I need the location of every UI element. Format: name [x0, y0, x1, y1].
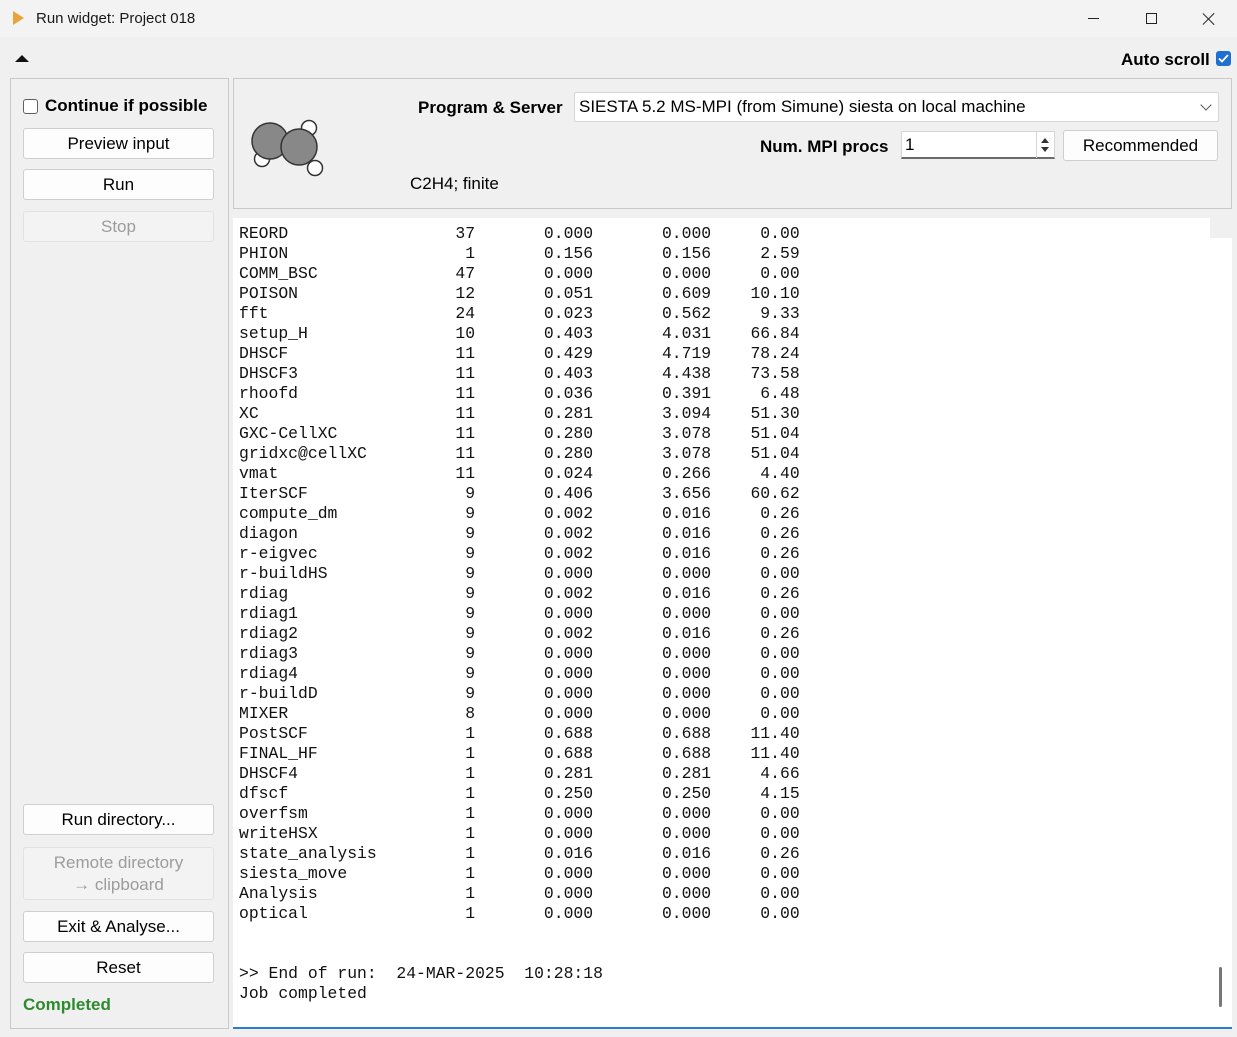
log-line: PostSCF 1 0.688 0.688 11.40 [239, 724, 800, 743]
molecule-icon [251, 119, 324, 177]
remote-directory-line1: Remote directory [53, 852, 184, 872]
log-line: vmat 11 0.024 0.266 4.40 [239, 464, 800, 483]
log-line: rdiag 9 0.002 0.016 0.26 [239, 584, 800, 603]
log-line: IterSCF 9 0.406 3.656 60.62 [239, 484, 800, 503]
log-blank-line [239, 944, 800, 964]
log-line: MIXER 8 0.000 0.000 0.00 [239, 704, 800, 723]
play-icon [13, 11, 24, 25]
close-icon [1202, 12, 1216, 26]
system-description: C2H4; finite [410, 174, 499, 193]
log-line: Analysis 1 0.000 0.000 0.00 [239, 884, 800, 903]
close-button[interactable] [1180, 0, 1237, 37]
log-line: COMM_BSC 47 0.000 0.000 0.00 [239, 264, 800, 283]
program-panel: Program & Server SIESTA 5.2 MS-MPI (from… [233, 78, 1232, 209]
log-line: r-buildHS 9 0.000 0.000 0.00 [239, 564, 800, 583]
minimize-button[interactable] [1064, 0, 1122, 37]
log-line: fft 24 0.023 0.562 9.33 [239, 304, 800, 323]
auto-scroll-label: Auto scroll [1121, 50, 1210, 69]
collapse-arrow-icon[interactable] [15, 55, 29, 62]
program-server-select[interactable]: SIESTA 5.2 MS-MPI (from Simune) siesta o… [574, 92, 1219, 122]
log-line: DHSCF4 1 0.281 0.281 4.66 [239, 764, 800, 783]
log-line: FINAL_HF 1 0.688 0.688 11.40 [239, 744, 800, 763]
log-line: POISON 12 0.051 0.609 10.10 [239, 284, 800, 303]
log-line: siesta_move 1 0.000 0.000 0.00 [239, 864, 800, 883]
run-directory-button[interactable]: Run directory... [23, 804, 214, 835]
left-panel: Continue if possible Preview input Run S… [10, 78, 229, 1029]
log-line: setup_H 10 0.403 4.031 66.84 [239, 324, 800, 343]
continue-if-possible-checkbox[interactable]: Continue if possible [23, 96, 207, 116]
title-bar: Run widget: Project 018 [0, 0, 1237, 37]
auto-scroll-checkbox[interactable] [1216, 51, 1231, 66]
mpi-procs-label: Num. MPI procs [760, 137, 889, 156]
stop-button[interactable]: Stop [23, 211, 214, 242]
exit-analyse-button[interactable]: Exit & Analyse... [23, 911, 214, 942]
log-line: PHION 1 0.156 0.156 2.59 [239, 244, 800, 263]
log-focus-underline [233, 1027, 1232, 1029]
spin-buttons[interactable] [1036, 132, 1054, 158]
log-line: rdiag2 9 0.002 0.016 0.26 [239, 624, 800, 643]
log-line: rdiag4 9 0.000 0.000 0.00 [239, 664, 800, 683]
status-text: Completed [23, 995, 111, 1014]
log-line: r-buildD 9 0.000 0.000 0.00 [239, 684, 800, 703]
log-line: overfsm 1 0.000 0.000 0.00 [239, 804, 800, 823]
log-line: writeHSX 1 0.000 0.000 0.00 [239, 824, 800, 843]
program-server-value: SIESTA 5.2 MS-MPI (from Simune) siesta o… [579, 97, 1026, 116]
run-button[interactable]: Run [23, 169, 214, 200]
log-line: gridxc@cellXC 11 0.280 3.078 51.04 [239, 444, 800, 463]
spin-down-icon[interactable] [1041, 147, 1049, 152]
log-line: REORD 37 0.000 0.000 0.00 [239, 224, 800, 243]
log-line: DHSCF 11 0.429 4.719 78.24 [239, 344, 800, 363]
chevron-down-icon [1200, 99, 1212, 111]
log-line: compute_dm 9 0.002 0.016 0.26 [239, 504, 800, 523]
log-text: REORD 37 0.000 0.000 0.00 PHION 1 0.156 0… [239, 224, 800, 1004]
mpi-procs-value: 1 [905, 135, 915, 154]
spin-up-icon[interactable] [1041, 138, 1049, 143]
log-blank-line [239, 924, 800, 944]
log-end-line: >> End of run: 24-MAR-2025 10:28:18 [239, 964, 603, 983]
reset-button[interactable]: Reset [23, 952, 214, 983]
program-server-label: Program & Server [418, 98, 563, 117]
log-line: optical 1 0.000 0.000 0.00 [239, 904, 800, 923]
recommended-button[interactable]: Recommended [1063, 130, 1218, 161]
log-line: XC 11 0.281 3.094 51.30 [239, 404, 800, 423]
mpi-procs-spinbox[interactable]: 1 [901, 131, 1055, 159]
log-line: DHSCF3 11 0.403 4.438 73.58 [239, 364, 800, 383]
log-line: GXC-CellXC 11 0.280 3.078 51.04 [239, 424, 800, 443]
minimize-icon [1087, 18, 1099, 19]
continue-if-possible-label: Continue if possible [45, 96, 208, 115]
remote-directory-button[interactable]: Remote directory → clipboard [23, 847, 214, 900]
log-line: dfscf 1 0.250 0.250 4.15 [239, 784, 800, 803]
log-line: rdiag3 9 0.000 0.000 0.00 [239, 644, 800, 663]
maximize-button[interactable] [1122, 0, 1180, 37]
checkbox-box[interactable] [23, 98, 38, 114]
log-line: r-eigvec 9 0.002 0.016 0.26 [239, 544, 800, 563]
log-scrollbar[interactable] [1210, 238, 1232, 1028]
checkmark-icon [1218, 54, 1229, 63]
log-line: rhoofd 11 0.036 0.391 6.48 [239, 384, 800, 403]
log-line: diagon 9 0.002 0.016 0.26 [239, 524, 800, 543]
scrollbar-thumb[interactable] [1219, 967, 1222, 1007]
log-line: state_analysis 1 0.016 0.016 0.26 [239, 844, 800, 863]
remote-directory-line2: → clipboard [73, 874, 164, 894]
log-line: rdiag1 9 0.000 0.000 0.00 [239, 604, 800, 623]
log-output[interactable]: REORD 37 0.000 0.000 0.00 PHION 1 0.156 0… [233, 218, 1210, 1028]
maximize-icon [1145, 13, 1157, 24]
window-title: Run widget: Project 018 [36, 10, 196, 27]
log-end-line: Job completed [239, 984, 367, 1003]
preview-input-button[interactable]: Preview input [23, 128, 214, 159]
